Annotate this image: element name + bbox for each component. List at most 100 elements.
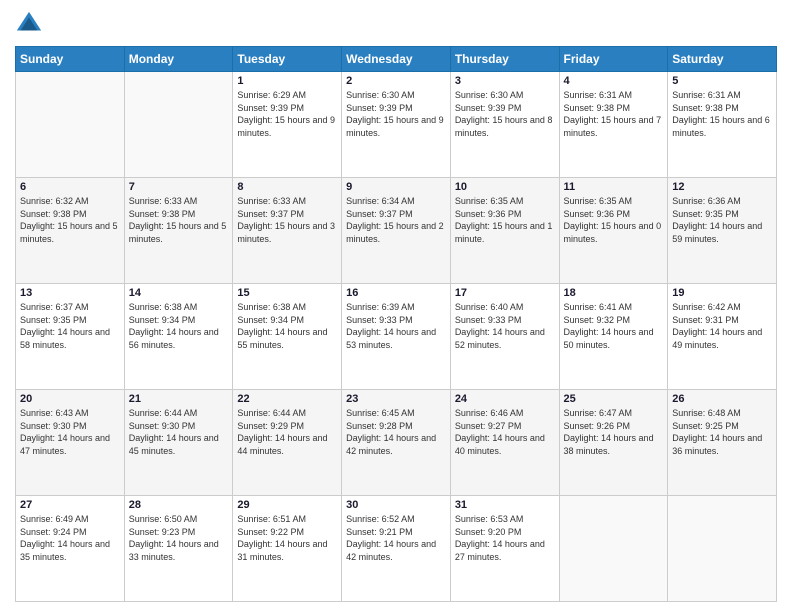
day-info: Sunrise: 6:43 AMSunset: 9:30 PMDaylight:…	[20, 407, 120, 457]
day-number: 6	[20, 181, 120, 193]
header	[15, 10, 777, 38]
day-info: Sunrise: 6:42 AMSunset: 9:31 PMDaylight:…	[672, 301, 772, 351]
day-info: Sunrise: 6:48 AMSunset: 9:25 PMDaylight:…	[672, 407, 772, 457]
calendar-cell: 30 Sunrise: 6:52 AMSunset: 9:21 PMDayligh…	[342, 496, 451, 602]
calendar-cell	[124, 72, 233, 178]
day-number: 1	[237, 75, 337, 87]
day-number: 24	[455, 393, 555, 405]
calendar-cell: 12 Sunrise: 6:36 AMSunset: 9:35 PMDayligh…	[668, 178, 777, 284]
day-info: Sunrise: 6:37 AMSunset: 9:35 PMDaylight:…	[20, 301, 120, 351]
day-number: 28	[129, 499, 229, 511]
day-info: Sunrise: 6:35 AMSunset: 9:36 PMDaylight:…	[455, 195, 555, 245]
calendar-cell: 16Sunrise: 6:39 AMSunset: 9:33 PMDayligh…	[342, 284, 451, 390]
calendar-cell: 24 Sunrise: 6:46 AMSunset: 9:27 PMDayligh…	[450, 390, 559, 496]
day-number: 23	[346, 393, 446, 405]
day-info: Sunrise: 6:32 AMSunset: 9:38 PMDaylight:…	[20, 195, 120, 245]
calendar-week-row: 6 Sunrise: 6:32 AMSunset: 9:38 PMDaylight…	[16, 178, 777, 284]
calendar-cell	[668, 496, 777, 602]
calendar-cell: 28 Sunrise: 6:50 AMSunset: 9:23 PMDayligh…	[124, 496, 233, 602]
weekday-header: Monday	[124, 47, 233, 72]
day-number: 2	[346, 75, 446, 87]
calendar-cell: 5Sunrise: 6:31 AMSunset: 9:38 PMDaylight…	[668, 72, 777, 178]
calendar-cell: 1 Sunrise: 6:29 AMSunset: 9:39 PMDaylight…	[233, 72, 342, 178]
day-info: Sunrise: 6:46 AMSunset: 9:27 PMDaylight:…	[455, 407, 555, 457]
calendar-cell: 2 Sunrise: 6:30 AMSunset: 9:39 PMDaylight…	[342, 72, 451, 178]
day-info: Sunrise: 6:39 AMSunset: 9:33 PMDaylight:…	[346, 301, 446, 351]
calendar-cell: 23Sunrise: 6:45 AMSunset: 9:28 PMDayligh…	[342, 390, 451, 496]
day-number: 4	[564, 75, 664, 87]
calendar-cell: 22 Sunrise: 6:44 AMSunset: 9:29 PMDayligh…	[233, 390, 342, 496]
weekday-header: Friday	[559, 47, 668, 72]
day-number: 3	[455, 75, 555, 87]
calendar-cell	[559, 496, 668, 602]
day-number: 26	[672, 393, 772, 405]
day-info: Sunrise: 6:34 AMSunset: 9:37 PMDaylight:…	[346, 195, 446, 245]
calendar-cell: 3 Sunrise: 6:30 AMSunset: 9:39 PMDaylight…	[450, 72, 559, 178]
calendar-week-row: 1 Sunrise: 6:29 AMSunset: 9:39 PMDaylight…	[16, 72, 777, 178]
weekday-header-row: SundayMondayTuesdayWednesdayThursdayFrid…	[16, 47, 777, 72]
calendar-cell: 18Sunrise: 6:41 AMSunset: 9:32 PMDayligh…	[559, 284, 668, 390]
calendar-cell: 7Sunrise: 6:33 AMSunset: 9:38 PMDaylight…	[124, 178, 233, 284]
day-number: 9	[346, 181, 446, 193]
calendar-cell: 26 Sunrise: 6:48 AMSunset: 9:25 PMDayligh…	[668, 390, 777, 496]
day-info: Sunrise: 6:35 AMSunset: 9:36 PMDaylight:…	[564, 195, 664, 245]
day-info: Sunrise: 6:44 AMSunset: 9:29 PMDaylight:…	[237, 407, 337, 457]
weekday-header: Saturday	[668, 47, 777, 72]
day-number: 22	[237, 393, 337, 405]
day-number: 13	[20, 287, 120, 299]
day-info: Sunrise: 6:36 AMSunset: 9:35 PMDaylight:…	[672, 195, 772, 245]
calendar-cell: 6 Sunrise: 6:32 AMSunset: 9:38 PMDaylight…	[16, 178, 125, 284]
day-info: Sunrise: 6:49 AMSunset: 9:24 PMDaylight:…	[20, 513, 120, 563]
day-number: 15	[237, 287, 337, 299]
day-number: 8	[237, 181, 337, 193]
day-info: Sunrise: 6:53 AMSunset: 9:20 PMDaylight:…	[455, 513, 555, 563]
calendar-cell: 31 Sunrise: 6:53 AMSunset: 9:20 PMDayligh…	[450, 496, 559, 602]
day-number: 29	[237, 499, 337, 511]
day-number: 10	[455, 181, 555, 193]
calendar-cell: 29 Sunrise: 6:51 AMSunset: 9:22 PMDayligh…	[233, 496, 342, 602]
calendar-cell: 14 Sunrise: 6:38 AMSunset: 9:34 PMDayligh…	[124, 284, 233, 390]
day-info: Sunrise: 6:38 AMSunset: 9:34 PMDaylight:…	[237, 301, 337, 351]
day-info: Sunrise: 6:47 AMSunset: 9:26 PMDaylight:…	[564, 407, 664, 457]
calendar-table: SundayMondayTuesdayWednesdayThursdayFrid…	[15, 46, 777, 602]
calendar-cell: 4Sunrise: 6:31 AMSunset: 9:38 PMDaylight…	[559, 72, 668, 178]
day-number: 12	[672, 181, 772, 193]
calendar-cell: 27 Sunrise: 6:49 AMSunset: 9:24 PMDayligh…	[16, 496, 125, 602]
day-info: Sunrise: 6:51 AMSunset: 9:22 PMDaylight:…	[237, 513, 337, 563]
calendar-cell: 9 Sunrise: 6:34 AMSunset: 9:37 PMDaylight…	[342, 178, 451, 284]
calendar-cell: 21Sunrise: 6:44 AMSunset: 9:30 PMDayligh…	[124, 390, 233, 496]
calendar-cell: 11 Sunrise: 6:35 AMSunset: 9:36 PMDayligh…	[559, 178, 668, 284]
weekday-header: Wednesday	[342, 47, 451, 72]
day-info: Sunrise: 6:30 AMSunset: 9:39 PMDaylight:…	[346, 89, 446, 139]
logo	[15, 10, 47, 38]
calendar-week-row: 27 Sunrise: 6:49 AMSunset: 9:24 PMDayligh…	[16, 496, 777, 602]
day-number: 19	[672, 287, 772, 299]
calendar-cell	[16, 72, 125, 178]
day-info: Sunrise: 6:41 AMSunset: 9:32 PMDaylight:…	[564, 301, 664, 351]
day-info: Sunrise: 6:38 AMSunset: 9:34 PMDaylight:…	[129, 301, 229, 351]
day-info: Sunrise: 6:50 AMSunset: 9:23 PMDaylight:…	[129, 513, 229, 563]
day-info: Sunrise: 6:30 AMSunset: 9:39 PMDaylight:…	[455, 89, 555, 139]
day-info: Sunrise: 6:31 AMSunset: 9:38 PMDaylight:…	[672, 89, 772, 139]
day-number: 11	[564, 181, 664, 193]
day-number: 17	[455, 287, 555, 299]
day-number: 14	[129, 287, 229, 299]
calendar-cell: 17Sunrise: 6:40 AMSunset: 9:33 PMDayligh…	[450, 284, 559, 390]
calendar-cell: 15 Sunrise: 6:38 AMSunset: 9:34 PMDayligh…	[233, 284, 342, 390]
day-number: 7	[129, 181, 229, 193]
calendar-cell: 10 Sunrise: 6:35 AMSunset: 9:36 PMDayligh…	[450, 178, 559, 284]
day-number: 30	[346, 499, 446, 511]
calendar-cell: 20Sunrise: 6:43 AMSunset: 9:30 PMDayligh…	[16, 390, 125, 496]
day-number: 25	[564, 393, 664, 405]
weekday-header: Sunday	[16, 47, 125, 72]
day-number: 27	[20, 499, 120, 511]
calendar-cell: 8 Sunrise: 6:33 AMSunset: 9:37 PMDaylight…	[233, 178, 342, 284]
day-info: Sunrise: 6:33 AMSunset: 9:37 PMDaylight:…	[237, 195, 337, 245]
day-number: 31	[455, 499, 555, 511]
calendar-cell: 19 Sunrise: 6:42 AMSunset: 9:31 PMDayligh…	[668, 284, 777, 390]
weekday-header: Tuesday	[233, 47, 342, 72]
logo-icon	[15, 10, 43, 38]
day-info: Sunrise: 6:29 AMSunset: 9:39 PMDaylight:…	[237, 89, 337, 139]
calendar-week-row: 20Sunrise: 6:43 AMSunset: 9:30 PMDayligh…	[16, 390, 777, 496]
day-info: Sunrise: 6:52 AMSunset: 9:21 PMDaylight:…	[346, 513, 446, 563]
